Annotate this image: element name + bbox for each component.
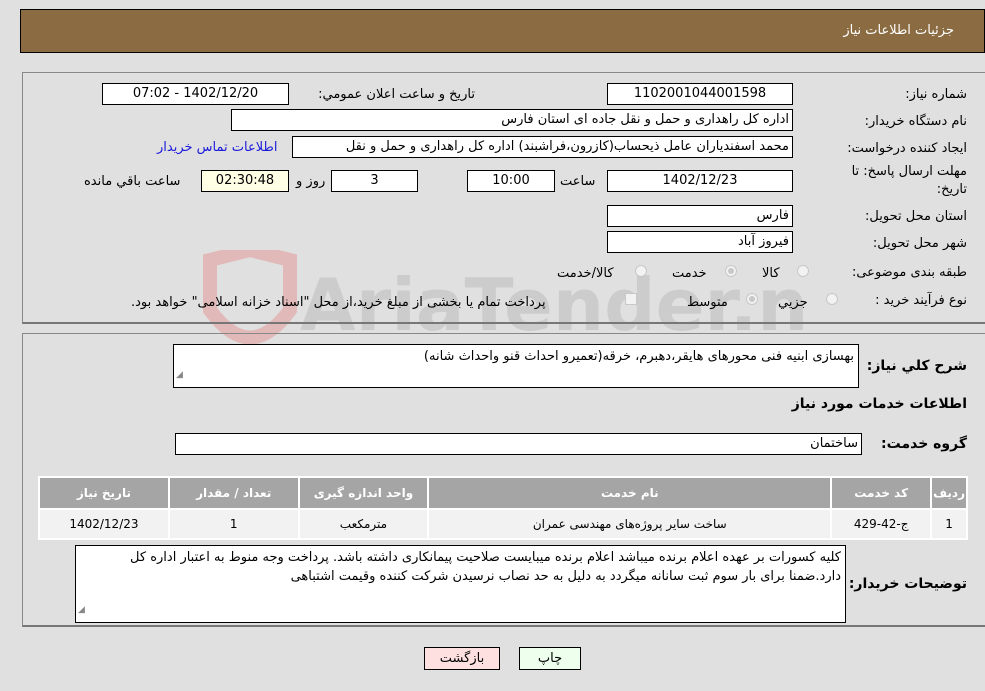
- service-group-field: ساختمان: [175, 433, 862, 455]
- need-number-field: 1102001044001598: [607, 83, 793, 105]
- buyer-notes-label: توضیحات خریدار:: [848, 576, 967, 592]
- purchase-type-medium-label: متوسط: [687, 295, 728, 310]
- province-field: فارس: [607, 205, 793, 227]
- cell-service-name: ساخت سایر پروژه‌های مهندسی عمران: [429, 510, 831, 538]
- cell-quantity: 1: [169, 510, 298, 538]
- city-label: شهر محل تحویل:: [872, 236, 967, 251]
- deadline-date-field: 1402/12/23: [607, 170, 793, 192]
- print-button[interactable]: چاپ: [519, 647, 581, 670]
- category-goods-service-label: کالا/خدمت: [557, 266, 614, 281]
- treasury-bonds-label: پرداخت تمام یا بخشی از مبلغ خرید،از محل …: [131, 295, 546, 310]
- treasury-bonds-checkbox[interactable]: [625, 293, 637, 305]
- remaining-days-field: 3: [331, 170, 418, 192]
- cell-need-date: 1402/12/23: [40, 510, 168, 538]
- buyer-notes-text: کلیه کسورات بر عهده اعلام برنده میباشد ا…: [130, 550, 841, 584]
- city-field: فیروز آباد: [607, 231, 793, 253]
- purchase-type-minor-radio[interactable]: [826, 293, 838, 305]
- description-text: بهسازی ابنیه فنی محورهای هایقر،دهبرم، خر…: [423, 349, 854, 364]
- col-service-name: نام خدمت: [429, 478, 831, 508]
- remaining-time-field: 02:30:48: [201, 170, 289, 192]
- description-label: شرح کلي نياز:: [866, 358, 967, 374]
- cell-unit: مترمکعب: [299, 510, 428, 538]
- services-section-title: اطلاعات خدمات مورد نیاز: [791, 396, 967, 412]
- category-label: طبقه بندی موضوعی:: [851, 265, 967, 280]
- category-goods-label: کالا: [762, 266, 780, 281]
- page-header: جزئیات اطلاعات نیاز: [20, 9, 985, 53]
- resize-grip-icon[interactable]: ◢: [176, 366, 183, 385]
- buyer-contact-link[interactable]: اطلاعات تماس خریدار: [157, 140, 277, 155]
- buyer-org-field: اداره کل راهداری و حمل و نقل جاده ای است…: [231, 109, 793, 131]
- category-service-radio[interactable]: [725, 265, 737, 277]
- purchase-type-medium-radio[interactable]: [746, 293, 758, 305]
- description-textarea[interactable]: بهسازی ابنیه فنی محورهای هایقر،دهبرم، خر…: [173, 344, 859, 388]
- back-button[interactable]: بازگشت: [424, 647, 500, 670]
- purchase-type-label: نوع فرآیند خرید :: [875, 293, 967, 308]
- page-title: جزئیات اطلاعات نیاز: [843, 23, 954, 38]
- purchase-type-minor-label: جزيي: [778, 295, 808, 310]
- col-service-code: کد خدمت: [832, 478, 931, 508]
- deadline-time-label: ساعت: [560, 174, 596, 189]
- col-unit: واحد اندازه گیری: [299, 478, 428, 508]
- province-label: استان محل تحویل:: [865, 209, 967, 224]
- remaining-time-label: ساعت باقي مانده: [84, 174, 181, 189]
- cell-service-code: ج-42-429: [832, 510, 931, 538]
- category-goods-radio[interactable]: [797, 265, 809, 277]
- service-group-label: گروه خدمت:: [881, 436, 967, 452]
- requester-field: محمد اسفندیاران عامل ذیحساب(کازرون،فراشب…: [292, 136, 793, 158]
- buyer-org-label: نام دستگاه خریدار:: [864, 114, 967, 129]
- days-label: روز و: [296, 174, 326, 189]
- col-quantity: تعداد / مقدار: [169, 478, 298, 508]
- need-number-label: شماره نیاز:: [905, 87, 967, 102]
- table-row: 1 ج-42-429 ساخت سایر پروژه‌های مهندسی عم…: [40, 510, 966, 538]
- services-table: ردیف کد خدمت نام خدمت واحد اندازه گیری ت…: [38, 476, 968, 540]
- resize-grip-icon[interactable]: ◢: [78, 601, 85, 620]
- requester-label: ایجاد کننده درخواست:: [847, 141, 967, 156]
- category-service-label: خدمت: [672, 266, 707, 281]
- announce-datetime-field: 1402/12/20 - 07:02: [102, 83, 289, 105]
- deadline-time-field: 10:00: [467, 170, 555, 192]
- deadline-label: مهلت ارسال پاسخ: تا تاریخ:: [851, 164, 967, 197]
- col-need-date: تاریخ نیاز: [40, 478, 168, 508]
- announce-datetime-label: تاريخ و ساعت اعلان عمومي:: [318, 87, 475, 102]
- cell-row-number: 1: [932, 510, 966, 538]
- col-row-number: ردیف: [932, 478, 966, 508]
- category-goods-service-radio[interactable]: [635, 265, 647, 277]
- buyer-notes-textarea[interactable]: کلیه کسورات بر عهده اعلام برنده میباشد ا…: [75, 545, 846, 623]
- table-header-row: ردیف کد خدمت نام خدمت واحد اندازه گیری ت…: [40, 478, 966, 508]
